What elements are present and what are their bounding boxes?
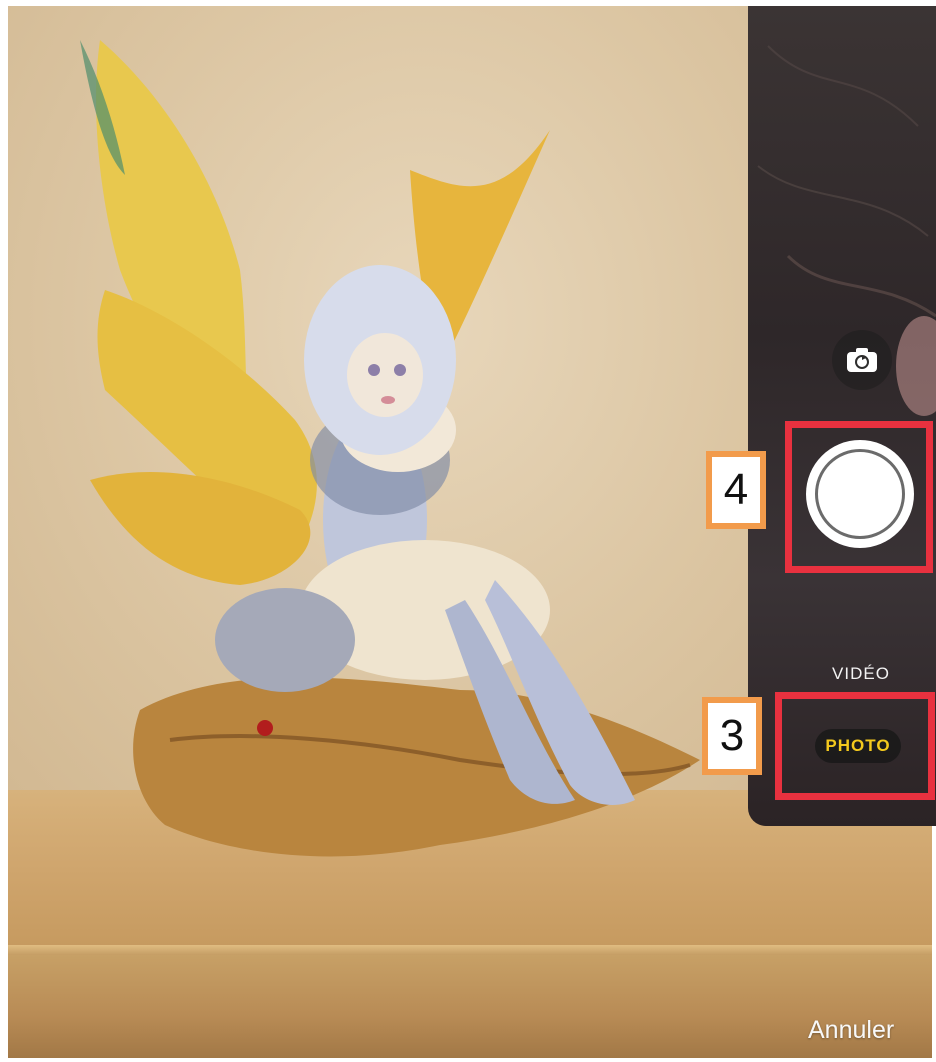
- shutter-ring-icon: [815, 449, 905, 539]
- cancel-button[interactable]: Annuler: [808, 1016, 894, 1045]
- camera-screen: VIDÉO PHOTO 4 3 Annuler: [0, 0, 936, 1062]
- photo-mode-label: PHOTO: [825, 736, 891, 755]
- annotation-number-4: 4: [723, 465, 749, 514]
- shelf-front: [8, 955, 932, 1058]
- annotation-badge-3: 3: [702, 697, 762, 775]
- annotation-number-3: 3: [719, 711, 745, 760]
- annotation-badge-4: 4: [706, 451, 766, 529]
- photo-mode-pill[interactable]: PHOTO: [815, 729, 901, 763]
- fairy-figurine: [80, 40, 701, 857]
- switch-camera-button[interactable]: [832, 330, 892, 390]
- video-mode-label[interactable]: VIDÉO: [826, 664, 896, 684]
- camera-rotate-icon: [847, 348, 877, 372]
